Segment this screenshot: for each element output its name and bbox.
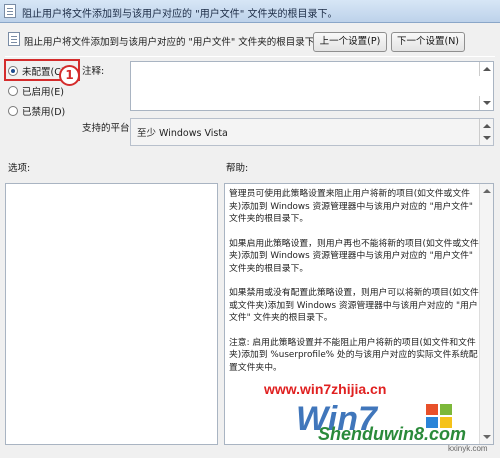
- title-bar: 阻止用户将文件添加到与该用户对应的 "用户文件" 文件夹的根目录下。: [0, 0, 500, 23]
- radio-disabled[interactable]: 已禁用(D): [8, 104, 65, 118]
- radio-enabled[interactable]: 已启用(E): [8, 84, 64, 98]
- help-paragraph: 如果启用此策略设置，则用户再也不能将新的项目(如文件或文件夹)添加到 Windo…: [229, 238, 479, 274]
- radio-label: 已启用(E): [22, 87, 64, 98]
- scroll-down-arrow-icon[interactable]: [483, 435, 491, 439]
- scroll-up-arrow-icon[interactable]: [483, 189, 491, 193]
- setting-title: 阻止用户将文件添加到与该用户对应的 "用户文件" 文件夹的根目录下。: [24, 37, 324, 48]
- previous-setting-button[interactable]: 上一个设置(P): [313, 32, 387, 52]
- options-label: 选项:: [8, 163, 31, 174]
- step-number-badge: 1: [59, 65, 80, 86]
- watermark-small: kxinyk.com: [448, 444, 488, 453]
- setting-document-icon: [8, 32, 20, 46]
- help-paragraph: 注意: 启用此策略设置并不能阻止用户将新的项目(如文件和文件夹)添加到 %use…: [229, 337, 478, 373]
- radio-button[interactable]: [8, 86, 18, 96]
- scroll-down-arrow-icon[interactable]: [479, 131, 493, 145]
- platform-label: 支持的平台:: [82, 123, 133, 134]
- help-label: 帮助:: [226, 163, 249, 174]
- help-paragraph: 如果禁用或没有配置此策略设置，则用户可以将新的项目(如文件或文件夹)添加到 Wi…: [229, 288, 479, 323]
- options-pane: [5, 183, 218, 445]
- radio-button[interactable]: [8, 106, 18, 116]
- help-scrollbar[interactable]: [479, 184, 493, 444]
- help-text: 管理员可使用此策略设置来阻止用户将新的项目(如文件或文件夹)添加到 Window…: [229, 188, 479, 386]
- radio-label: 已禁用(D): [22, 107, 66, 118]
- next-setting-button[interactable]: 下一个设置(N): [391, 32, 465, 52]
- platform-value: 至少 Windows Vista: [137, 128, 228, 139]
- help-paragraph: 管理员可使用此策略设置来阻止用户将新的项目(如文件或文件夹)添加到 Window…: [229, 189, 473, 224]
- watermark-url: www.win7zhijia.cn: [264, 381, 387, 397]
- supported-platform-field: 至少 Windows Vista: [130, 118, 494, 146]
- scroll-up-arrow-icon[interactable]: [479, 62, 493, 76]
- comment-label: 注释:: [82, 66, 105, 77]
- window-title: 阻止用户将文件添加到与该用户对应的 "用户文件" 文件夹的根目录下。: [22, 9, 338, 20]
- scroll-down-arrow-icon[interactable]: [479, 96, 493, 110]
- comment-textarea[interactable]: [130, 61, 494, 111]
- policy-document-icon: [4, 4, 16, 18]
- watermark-site: Shenduwin8.com: [318, 424, 467, 444]
- divider: [5, 56, 495, 57]
